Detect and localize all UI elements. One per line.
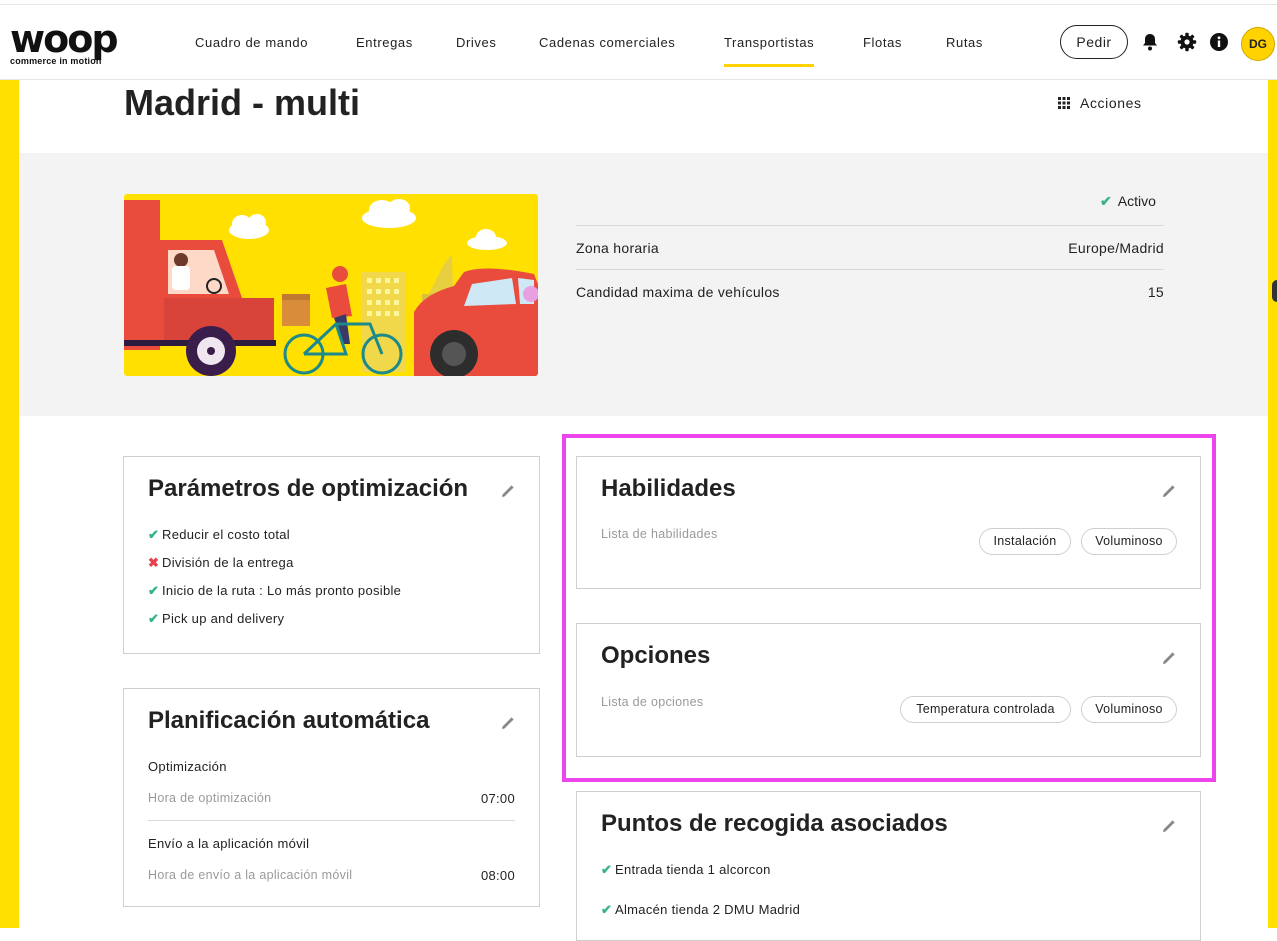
- nav-item-deliveries[interactable]: Entregas: [356, 5, 413, 81]
- pickup-title: Puntos de recogida asociados: [601, 810, 948, 837]
- top-navigation: woop commerce in motion Cuadro de mando …: [0, 4, 1277, 80]
- actions-label: Acciones: [1080, 95, 1142, 111]
- option-label: Inicio de la ruta : Lo más pronto posibl…: [162, 583, 402, 598]
- pickup-item: ✔ Entrada tienda 1 alcorcon: [601, 862, 771, 878]
- nav-item-retail-chains[interactable]: Cadenas comerciales: [539, 5, 675, 81]
- left-accent-bar: [0, 80, 19, 928]
- pickup-label: Entrada tienda 1 alcorcon: [615, 862, 771, 877]
- list-item: ✔ Reducir el costo total: [148, 527, 290, 543]
- check-icon: ✔: [148, 583, 160, 598]
- optimization-heading: Optimización: [148, 759, 227, 774]
- nav-item-fleets[interactable]: Flotas: [863, 5, 902, 81]
- nav-item-carriers[interactable]: Transportistas: [724, 5, 815, 81]
- pickup-points-card: Puntos de recogida asociados ✔ Entrada ti…: [576, 791, 1201, 941]
- page-title: Madrid - multi: [124, 82, 360, 123]
- option-label: Pick up and delivery: [162, 611, 285, 626]
- woop-logo[interactable]: woop commerce in motion: [10, 19, 145, 71]
- gear-icon[interactable]: [1177, 32, 1197, 52]
- list-item: ✔ Pick up and delivery: [148, 611, 284, 627]
- max-vehicles-value: 15: [1147, 284, 1164, 300]
- status-label: Activo: [1117, 193, 1156, 209]
- list-item: ✔ Inicio de la ruta : Lo más pronto posib…: [148, 583, 401, 599]
- edit-pencil-icon[interactable]: [1161, 820, 1175, 834]
- option-label: División de la entrega: [162, 555, 294, 570]
- pickup-item: ✔ Almacén tienda 2 DMU Madrid: [601, 902, 800, 918]
- nav-item-drives[interactable]: Drives: [456, 5, 496, 81]
- timezone-row: Zona horaria Europe/Madrid: [576, 225, 1164, 270]
- edit-pencil-icon[interactable]: [500, 485, 514, 499]
- divider: [148, 820, 515, 821]
- order-button[interactable]: Pedir: [1060, 25, 1128, 59]
- optimization-card: Parámetros de optimización ✔ Reducir el c…: [123, 456, 540, 654]
- check-icon: ✔: [148, 611, 160, 626]
- status-badge: ✔ Activo: [1100, 193, 1156, 210]
- max-vehicles-label: Candidad maxima de vehículos: [576, 284, 780, 300]
- mobile-send-heading: Envío a la aplicación móvil: [148, 836, 310, 851]
- check-icon: ✔: [601, 862, 613, 877]
- edit-pencil-icon[interactable]: [500, 717, 514, 731]
- right-accent-bar: [1268, 80, 1277, 928]
- timezone-label: Zona horaria: [576, 240, 659, 256]
- optimization-title: Parámetros de optimización: [148, 475, 469, 502]
- optimization-time-label: Hora de optimización: [148, 791, 272, 805]
- bell-icon[interactable]: [1140, 32, 1160, 52]
- optimization-time-value: 07:00: [480, 791, 515, 806]
- cross-icon: ✖: [148, 555, 160, 570]
- nav-item-dashboard[interactable]: Cuadro de mando: [195, 5, 308, 81]
- grid-icon: [1058, 97, 1070, 109]
- info-icon[interactable]: [1209, 32, 1229, 52]
- mobile-send-time-label: Hora de envío a la aplicación móvil: [148, 868, 353, 882]
- check-icon: ✔: [601, 902, 613, 917]
- planning-title: Planificación automática: [148, 707, 430, 734]
- actions-button[interactable]: Acciones: [1058, 95, 1142, 111]
- pickup-label: Almacén tienda 2 DMU Madrid: [615, 902, 801, 917]
- mobile-send-time-value: 08:00: [480, 868, 515, 883]
- max-vehicles-row: Candidad maxima de vehículos 15: [576, 269, 1164, 314]
- scrollbar-handle[interactable]: [1272, 280, 1277, 302]
- highlight-frame: [562, 434, 1216, 782]
- check-icon: ✔: [1100, 193, 1112, 209]
- nav-item-routes[interactable]: Rutas: [946, 5, 983, 81]
- check-icon: ✔: [148, 527, 160, 542]
- logo-tagline: commerce in motion: [10, 56, 102, 66]
- logo-wordmark: woop: [10, 17, 119, 61]
- list-item: ✖ División de la entrega: [148, 555, 294, 571]
- carrier-illustration: [124, 194, 538, 376]
- option-label: Reducir el costo total: [162, 527, 290, 542]
- timezone-value: Europe/Madrid: [1068, 240, 1164, 256]
- planning-card: Planificación automática Optimización Ho…: [123, 688, 540, 907]
- user-avatar[interactable]: DG: [1241, 27, 1275, 61]
